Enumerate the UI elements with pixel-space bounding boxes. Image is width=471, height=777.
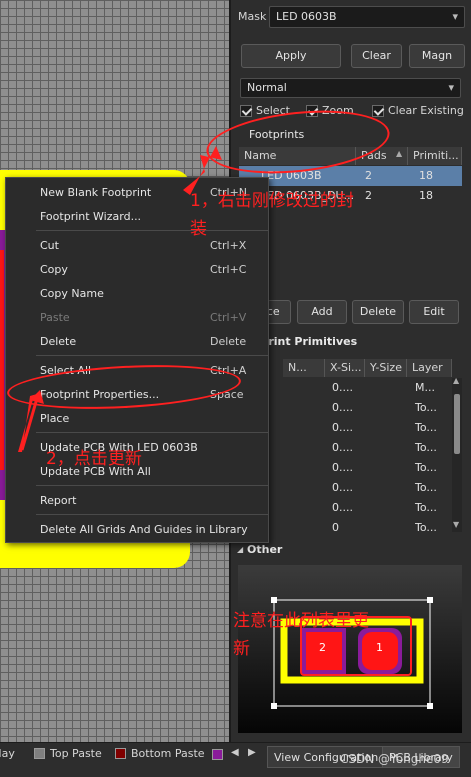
scroll-right-icon[interactable]: ▶ bbox=[248, 747, 256, 758]
watermark: CSDN @Yonghe09 bbox=[340, 752, 449, 766]
layer-color-swatch bbox=[34, 748, 45, 759]
layer-tab-overlay[interactable]: rlay bbox=[0, 747, 15, 760]
annotation-step2: 2，点击更新 bbox=[46, 449, 142, 469]
layer-tab-top-paste[interactable]: Top Paste bbox=[34, 747, 102, 760]
layer-color-swatch[interactable] bbox=[212, 749, 223, 760]
layer-label: Top Paste bbox=[50, 747, 102, 760]
layer-color-swatch bbox=[115, 748, 126, 759]
annotation-arrows bbox=[18, 146, 222, 452]
scroll-left-icon[interactable]: ◀ bbox=[231, 747, 239, 758]
annotation-step1-line1: 1，右击刚修改过的封 bbox=[190, 191, 354, 211]
annotation-note-line2: 新 bbox=[233, 639, 250, 659]
layer-label: rlay bbox=[0, 747, 15, 760]
annotation-step1-line2: 装 bbox=[190, 219, 207, 239]
annotation-note-line1: 注意在此列表里更 bbox=[233, 611, 369, 631]
layer-label: Bottom Paste bbox=[131, 747, 205, 760]
layer-tab-bottom-paste[interactable]: Bottom Paste bbox=[115, 747, 205, 760]
layer-tabs-bar: rlay Top Paste Bottom Paste ◀ ▶ View Con… bbox=[0, 742, 471, 777]
